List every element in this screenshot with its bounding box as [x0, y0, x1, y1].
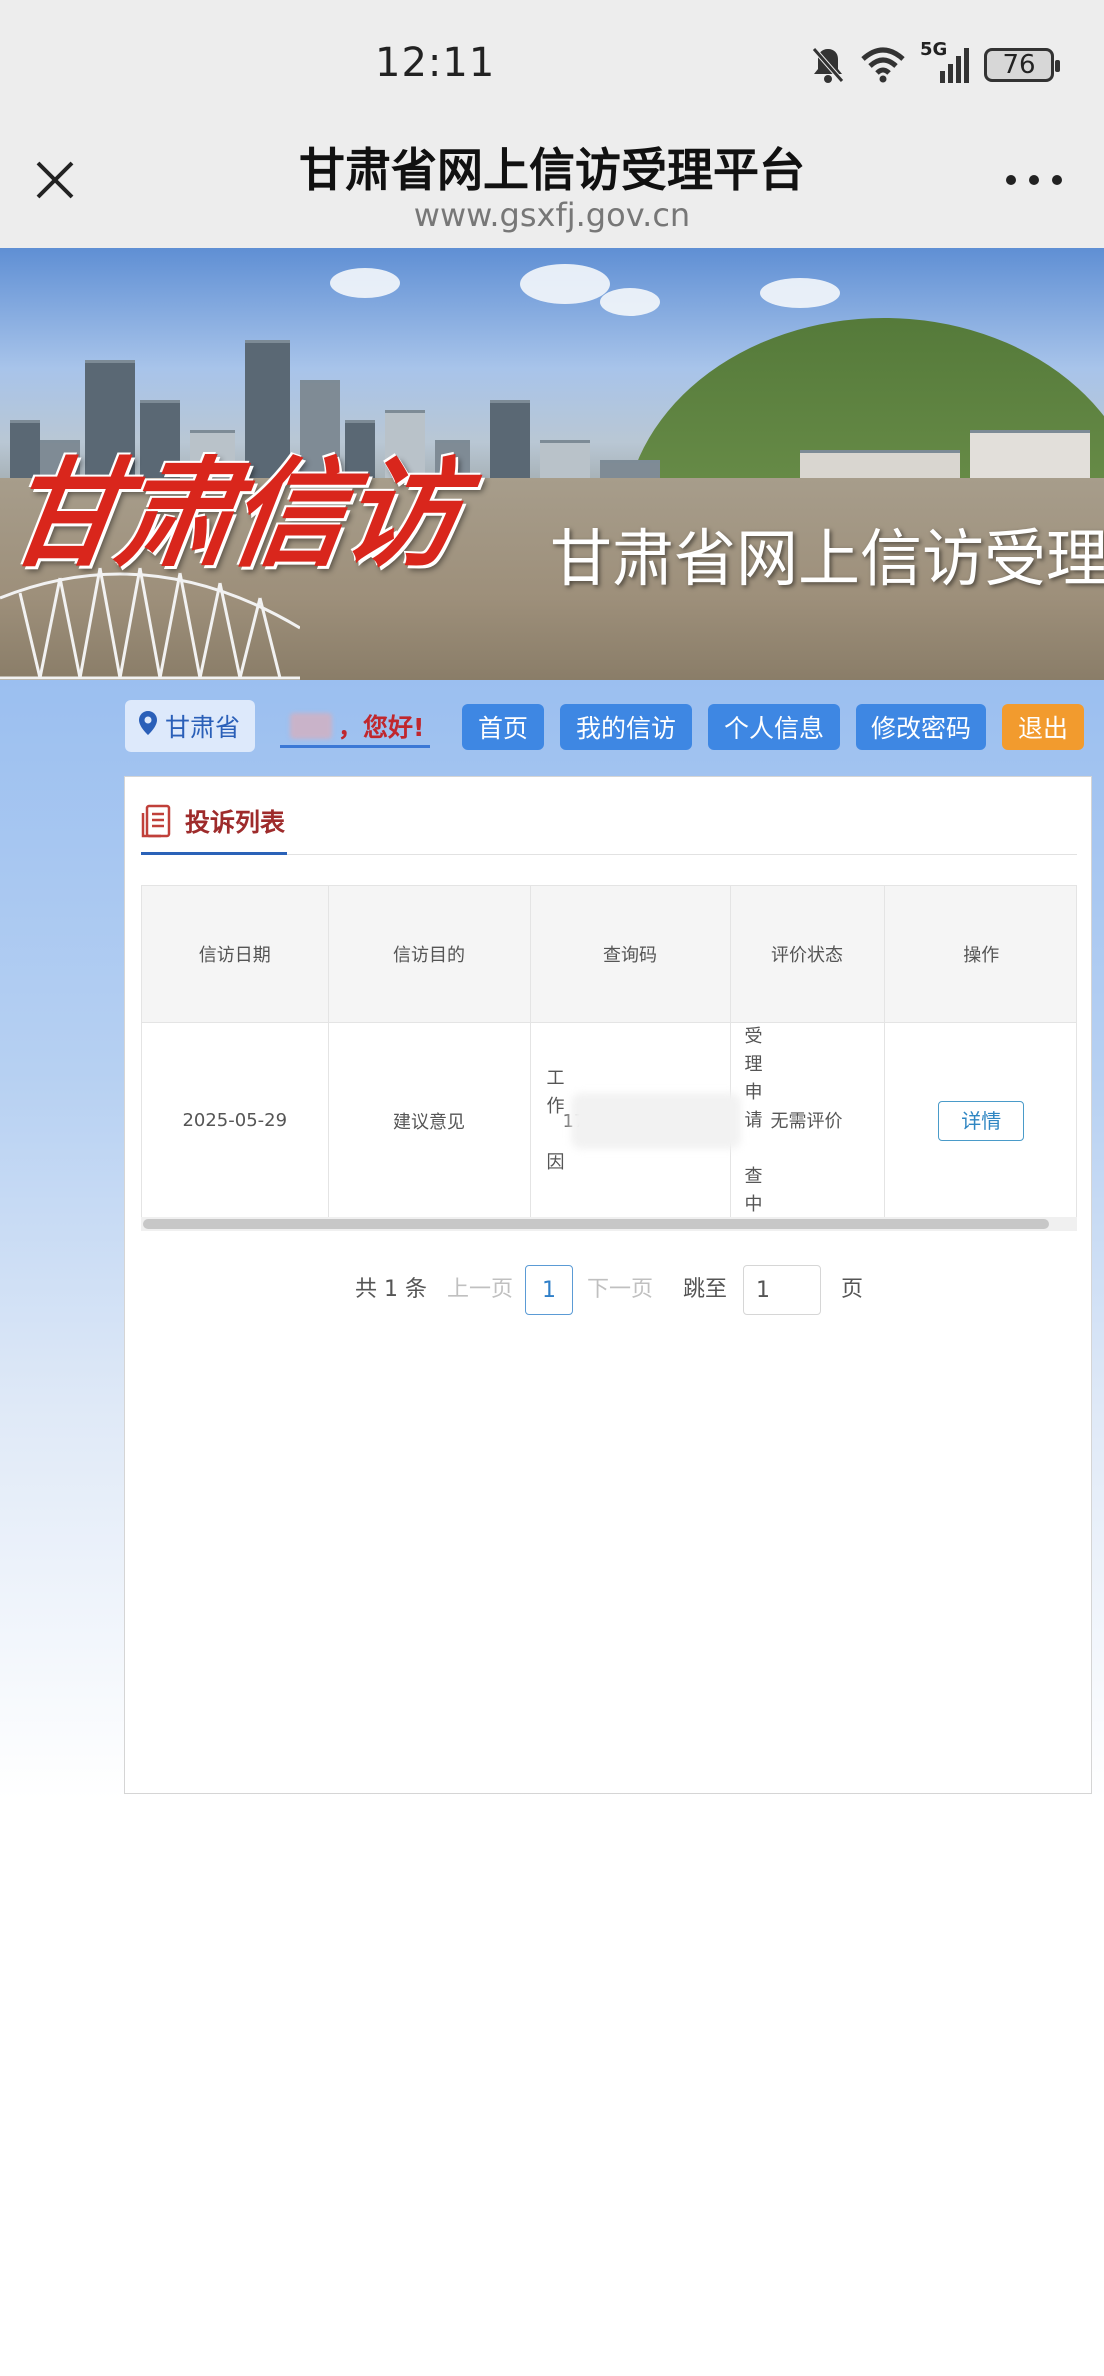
pager-jump-label: 跳至	[683, 1277, 728, 1302]
location-label: 甘肃省	[165, 713, 241, 742]
more-menu-icon[interactable]	[1006, 170, 1062, 190]
user-greeting: ，您好!	[280, 706, 430, 748]
detail-button[interactable]: 详情	[938, 1100, 1025, 1141]
browser-navbar: 甘肃省网上信访受理平台 www.gsxfj.gov.cn	[0, 130, 1104, 248]
tab-complaint-list[interactable]: 投诉列表	[141, 803, 287, 855]
location-chip[interactable]: 甘肃省	[125, 700, 255, 752]
query-char: 工	[546, 1067, 565, 1089]
pager-next-button[interactable]: 下一页	[587, 1265, 653, 1315]
status-icons: 5G 76	[810, 39, 1060, 90]
pager-jump-input[interactable]: 1	[743, 1265, 821, 1315]
banner-title: 甘肃省网上信访受理	[550, 522, 1104, 595]
panel-header: 投诉列表	[141, 803, 1077, 855]
cell-evaluation-status: 受 理 申 请 查 中 无需评价	[730, 1022, 885, 1219]
personal-info-button[interactable]: 个人信息	[708, 704, 840, 750]
pager-prev-button[interactable]: 上一页	[447, 1265, 513, 1315]
list-document-icon	[141, 803, 173, 843]
scrollbar-thumb[interactable]	[143, 1219, 1049, 1229]
pager-total: 共 1 条	[355, 1277, 427, 1302]
status-char: 申	[744, 1081, 763, 1103]
change-password-button[interactable]: 修改密码	[856, 704, 986, 750]
network-label: 5G	[920, 39, 948, 60]
mute-bell-icon	[810, 45, 846, 85]
banner-logo: 甘肃信访	[0, 444, 465, 583]
status-char: 中	[744, 1193, 763, 1215]
cell-action: 详情	[884, 1022, 1076, 1219]
header-banner: 甘肃信访 甘肃省网上信访受理	[0, 248, 1104, 680]
location-pin-icon	[139, 711, 157, 741]
header-purpose: 信访目的	[328, 886, 531, 1023]
table-header-row: 信访日期 信访目的 查询码 评价状态 操作	[142, 886, 1076, 1023]
wifi-icon	[860, 47, 906, 83]
page-url: www.gsxfj.gov.cn	[413, 196, 691, 234]
evaluation-text: 无需评价	[770, 1110, 843, 1132]
status-char: 理	[744, 1053, 763, 1075]
header-action: 操作	[884, 886, 1076, 1023]
status-bar: 12:11 5G 76	[0, 0, 1104, 130]
status-time: 12:11	[375, 40, 496, 86]
table-horizontal-scrollbar[interactable]	[141, 1217, 1077, 1231]
cell-query-code: 工 作 因 174	[530, 1022, 741, 1219]
pagination: 共 1 条 上一页 1 下一页 跳至 1 页	[125, 1265, 1093, 1315]
query-char: 因	[546, 1151, 565, 1173]
table-row: 2025-05-29 建议意见 工 作 因 174	[142, 1022, 1076, 1219]
complaint-list-panel: 投诉列表 信访日期 信访目的 查询码 评价状态 操作 2025-05-29 建议…	[124, 776, 1092, 1794]
my-petitions-button[interactable]: 我的信访	[560, 704, 692, 750]
header-date: 信访日期	[142, 886, 329, 1023]
status-char: 查	[744, 1165, 763, 1187]
pager-current-page[interactable]: 1	[525, 1265, 573, 1315]
pager-unit-label: 页	[841, 1277, 864, 1302]
username-redacted	[290, 712, 332, 739]
panel-title: 投诉列表	[185, 808, 286, 837]
header-query-code: 查询码	[530, 886, 731, 1023]
status-char: 请	[744, 1109, 763, 1131]
logout-button[interactable]: 退出	[1002, 704, 1084, 750]
complaint-table: 信访日期 信访目的 查询码 评价状态 操作 2025-05-29 建议意见 工 …	[141, 885, 1077, 1231]
cell-date: 2025-05-29	[142, 1022, 329, 1219]
status-char: 受	[744, 1025, 763, 1047]
user-toolbar: 甘肃省 ，您好! 首页 我的信访 个人信息 修改密码 退出	[0, 700, 1104, 752]
home-button[interactable]: 首页	[462, 704, 544, 750]
signal-5g-icon: 5G	[920, 39, 970, 85]
header-evaluation-status: 评价状态	[730, 886, 885, 1023]
query-code-redacted	[570, 1092, 741, 1149]
cell-purpose: 建议意见	[328, 1022, 531, 1219]
greeting-text: ，您好!	[338, 712, 425, 742]
battery-icon: 76	[984, 48, 1060, 82]
page-title: 甘肃省网上信访受理平台	[299, 143, 805, 197]
